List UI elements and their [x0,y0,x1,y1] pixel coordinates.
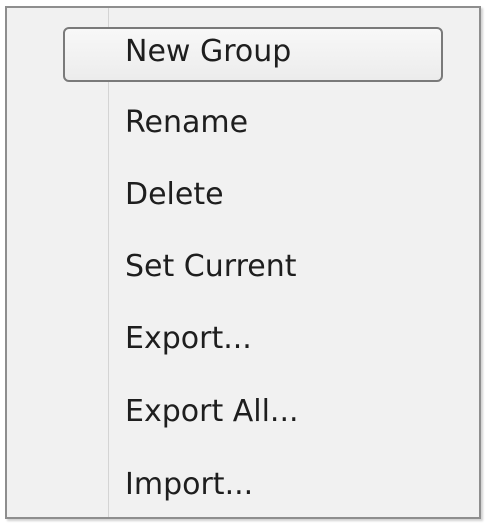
menu-item-set-current[interactable]: Set Current [7,224,479,294]
menu-item-export[interactable]: Export... [7,296,479,366]
menu-item-delete[interactable]: Delete [7,152,479,222]
menu-item-label: New Group [125,34,292,69]
menu-item-label: Import... [125,467,254,502]
context-menu: New Group Rename Delete Set Current Expo… [5,6,481,519]
menu-item-export-all[interactable]: Export All... [7,369,479,439]
menu-item-label: Rename [125,105,249,140]
menu-item-label: Set Current [125,249,297,284]
menu-item-import[interactable]: Import... [7,442,479,512]
menu-item-rename[interactable]: Rename [7,80,479,150]
menu-item-label: Delete [125,177,224,212]
menu-item-new-group[interactable]: New Group [7,8,479,82]
menu-item-label: Export... [125,321,252,356]
menu-item-label: Export All... [125,394,299,429]
